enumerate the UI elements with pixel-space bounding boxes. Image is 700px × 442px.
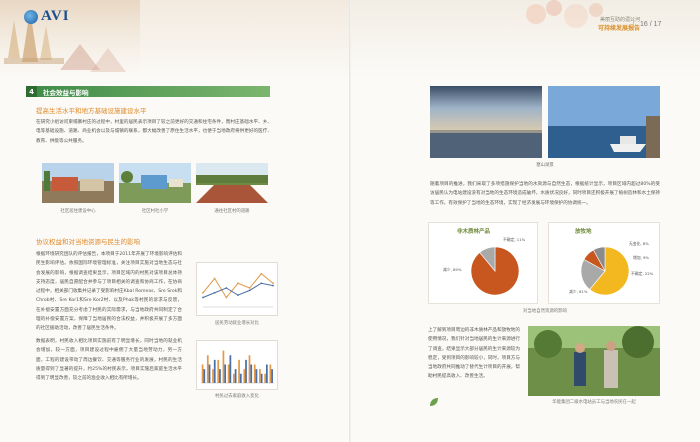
bar: [238, 359, 240, 383]
caption-employment-chart: 居民劳动就业增长对比: [215, 321, 259, 326]
bar: [229, 355, 232, 383]
photo-lake-boat: [548, 86, 660, 158]
leaf-icon: [430, 398, 438, 406]
bar: [245, 359, 247, 383]
pie-card-forest-products: 非木质林产品 减少, 89% 不确定, 11%: [428, 222, 538, 304]
caption-income-chart: 村民过去家庭收入变化: [215, 394, 259, 399]
bar: [259, 369, 261, 383]
bar: [208, 364, 211, 383]
pie-slice-label: 减少, 89%: [443, 267, 462, 272]
paragraph-living-standards: 在研究小组访问柬埔寨村庄的过程中，村里的居民表示项目了较之前更好的交通和住宅条件…: [36, 120, 272, 144]
bar: [250, 364, 253, 383]
bar: [201, 364, 204, 383]
bar: [222, 350, 225, 383]
caption-lake-photos: 塞山湖景: [536, 163, 554, 168]
header-divider: [633, 19, 634, 31]
line-point: [272, 284, 274, 287]
temple-illustration: [0, 0, 140, 78]
bar: [227, 364, 230, 383]
pie-slice-label: 增加, 9%: [633, 255, 649, 260]
bar: [212, 369, 214, 383]
bar: [234, 369, 237, 383]
caption-community-center: 社区居住建设中心: [60, 209, 96, 214]
photo-village-school: [119, 163, 191, 203]
photo-staff-with-farmer: [528, 326, 660, 396]
page-number: 16 / 17: [640, 21, 662, 28]
bar: [232, 373, 235, 383]
bar: [253, 364, 256, 383]
bar: [266, 364, 268, 383]
line-point: [248, 289, 251, 292]
bar: [213, 359, 216, 383]
caption-pie-charts: 对当地自然资源的影响: [523, 309, 567, 314]
pie-svg-forest-products: 减少, 89% 不确定, 11%: [443, 237, 526, 296]
income-bar-chart: [196, 340, 278, 390]
bar: [206, 355, 209, 383]
avi-logo: AVI: [24, 8, 70, 25]
line-point: [225, 296, 228, 299]
pie-slice-label: 不确定, 11%: [503, 237, 526, 242]
photo-lake-dusk: [430, 86, 542, 158]
line-point: [272, 282, 274, 285]
pie-slice-label: 减少, 61%: [569, 289, 588, 294]
pie-svg-grazing-land: 减少, 61% 不确定, 22% 增加, 9% 无变化, 8%: [569, 241, 654, 296]
pie-card-grazing-land: 放牧地 减少, 61% 不确定, 22% 增加, 9% 无变化, 8%: [548, 222, 660, 304]
page-gutter: [349, 0, 351, 442]
bar: [239, 373, 242, 383]
photo-community-center: [42, 163, 114, 203]
paragraph-rights-resources: 根据环境研究团队的评估报告，本项目于2011年开展了环境影响评估和民生影响评估。…: [36, 252, 182, 330]
bar: [248, 355, 251, 383]
bar: [260, 373, 263, 383]
section-number: 4: [26, 86, 37, 97]
pie-slice-label: 不确定, 22%: [631, 271, 654, 276]
line-point: [225, 287, 228, 289]
logo-text: AVI: [41, 8, 70, 24]
bar: [217, 359, 220, 383]
caption-staff-farmer: 华能集团二级水电站员工与当地农民在一起: [552, 400, 636, 405]
paragraph-livelihood: 上了解到项目周边的非木质林产品和放牧地的使用情况，我们针对当地居民的生计来源进行…: [428, 328, 520, 380]
bar: [203, 369, 206, 383]
line-point: [202, 291, 204, 294]
line-chart-svg: [202, 272, 274, 308]
line-point: [237, 294, 239, 297]
line-point: [260, 272, 263, 275]
bar-chart-svg: [201, 350, 274, 384]
employment-line-chart: [196, 262, 278, 316]
pie-slice-label: 无变化, 8%: [629, 241, 649, 246]
bar: [264, 373, 267, 383]
bar: [271, 369, 273, 383]
line-point: [213, 291, 216, 294]
bar: [269, 364, 272, 383]
logo-emblem-icon: [24, 9, 38, 24]
line-point: [213, 277, 216, 280]
line-point: [237, 282, 239, 285]
photo-village-road: [196, 163, 268, 203]
bar: [255, 369, 258, 383]
paragraph-ecology: 随着项目的推进，我们采取了多项措施保护当地的水资源与自然生态，根据统计显示，项目…: [430, 182, 660, 206]
line-point: [248, 287, 251, 289]
subsection-title-rights-resources: 协议权益和对当地资源与民生的影响: [36, 238, 140, 246]
line-point: [260, 282, 263, 285]
section-header-bar: 4 社会效益与影响: [26, 86, 270, 97]
paragraph-income-changes: 数据表明，村民收入相比项目实施前有了明显增长，同时当地的就业机会增加，较一方面，…: [36, 339, 182, 382]
bar: [219, 369, 221, 383]
subsection-title-living-standards: 提高生活水平和地方基础设施建设水平: [36, 107, 147, 115]
document-spread: AVI 美丽互助的湄公河 可持续发展报告 16 / 17 4 社会效益与影响 提…: [0, 0, 700, 442]
caption-village-road: 通往社区村的道路: [214, 209, 250, 214]
caption-village-school: 社区村社小学: [141, 209, 169, 214]
line-series-0: [202, 273, 274, 299]
bar: [224, 364, 227, 383]
line-point: [202, 296, 204, 299]
section-title: 社会效益与影响: [43, 88, 89, 97]
bar: [243, 369, 246, 383]
